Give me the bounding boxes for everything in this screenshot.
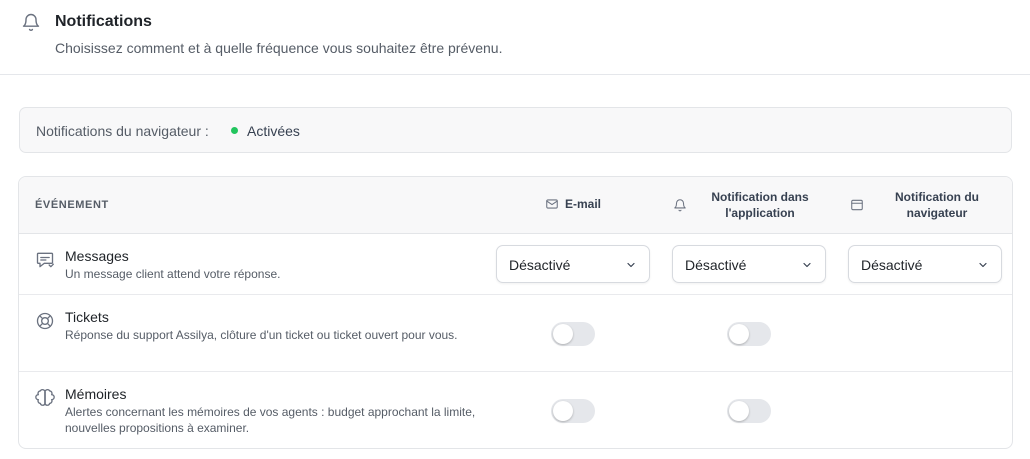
- lifebuoy-icon: [36, 312, 54, 330]
- table-row-memoires: Mémoires Alertes concernant les mémoires…: [19, 372, 1012, 448]
- in-app-toggle[interactable]: [727, 322, 771, 346]
- email-toggle[interactable]: [551, 322, 595, 346]
- table-row-messages: Messages Un message client attend votre …: [19, 234, 1012, 295]
- toggle-knob: [729, 324, 749, 344]
- row-title: Tickets: [65, 309, 109, 325]
- column-header-event: ÉVÉNEMENT: [35, 199, 109, 211]
- status-dot: [231, 127, 238, 134]
- table-header: ÉVÉNEMENT E-mail Notification dans l'app…: [19, 177, 1012, 234]
- browser-status-value: Activées: [247, 123, 300, 139]
- bell-icon: [22, 13, 40, 32]
- browser-frequency-select[interactable]: Désactivé: [848, 245, 1002, 283]
- message-icon: [36, 252, 54, 268]
- row-title: Mémoires: [65, 386, 127, 402]
- toggle-knob: [553, 401, 573, 421]
- notification-settings-table: ÉVÉNEMENT E-mail Notification dans l'app…: [18, 176, 1013, 449]
- email-frequency-select[interactable]: Désactivé: [496, 245, 650, 283]
- toggle-knob: [729, 401, 749, 421]
- page-subtitle: Choisissez comment et à quelle fréquence…: [55, 40, 503, 56]
- row-description: Réponse du support Assilya, clôture d'un…: [65, 328, 458, 342]
- column-header-browser: Notification du navigateur: [847, 177, 1007, 234]
- browser-window-icon: [851, 199, 863, 211]
- toggle-knob: [553, 324, 573, 344]
- email-toggle[interactable]: [551, 399, 595, 423]
- row-description: Un message client attend votre réponse.: [65, 267, 281, 281]
- mail-icon: [546, 199, 558, 209]
- chevron-down-icon: [803, 262, 811, 268]
- bell-icon: [674, 199, 686, 212]
- in-app-toggle[interactable]: [727, 399, 771, 423]
- column-header-email: E-mail: [543, 177, 643, 234]
- browser-status-label: Notifications du navigateur :: [36, 123, 209, 139]
- chevron-down-icon: [627, 262, 635, 268]
- row-title: Messages: [65, 248, 129, 264]
- brain-icon: [35, 389, 55, 406]
- table-row-tickets: Tickets Réponse du support Assilya, clôt…: [19, 295, 1012, 372]
- column-header-in-app: Notification dans l'application: [671, 177, 821, 234]
- page-header: Notifications Choisissez comment et à qu…: [0, 0, 1030, 75]
- chevron-down-icon: [979, 262, 987, 268]
- row-description: Alertes concernant les mémoires de vos a…: [65, 405, 476, 435]
- in-app-frequency-select[interactable]: Désactivé: [672, 245, 826, 283]
- browser-notification-status: Notifications du navigateur : Activées: [19, 107, 1012, 153]
- page-title: Notifications: [55, 13, 152, 30]
